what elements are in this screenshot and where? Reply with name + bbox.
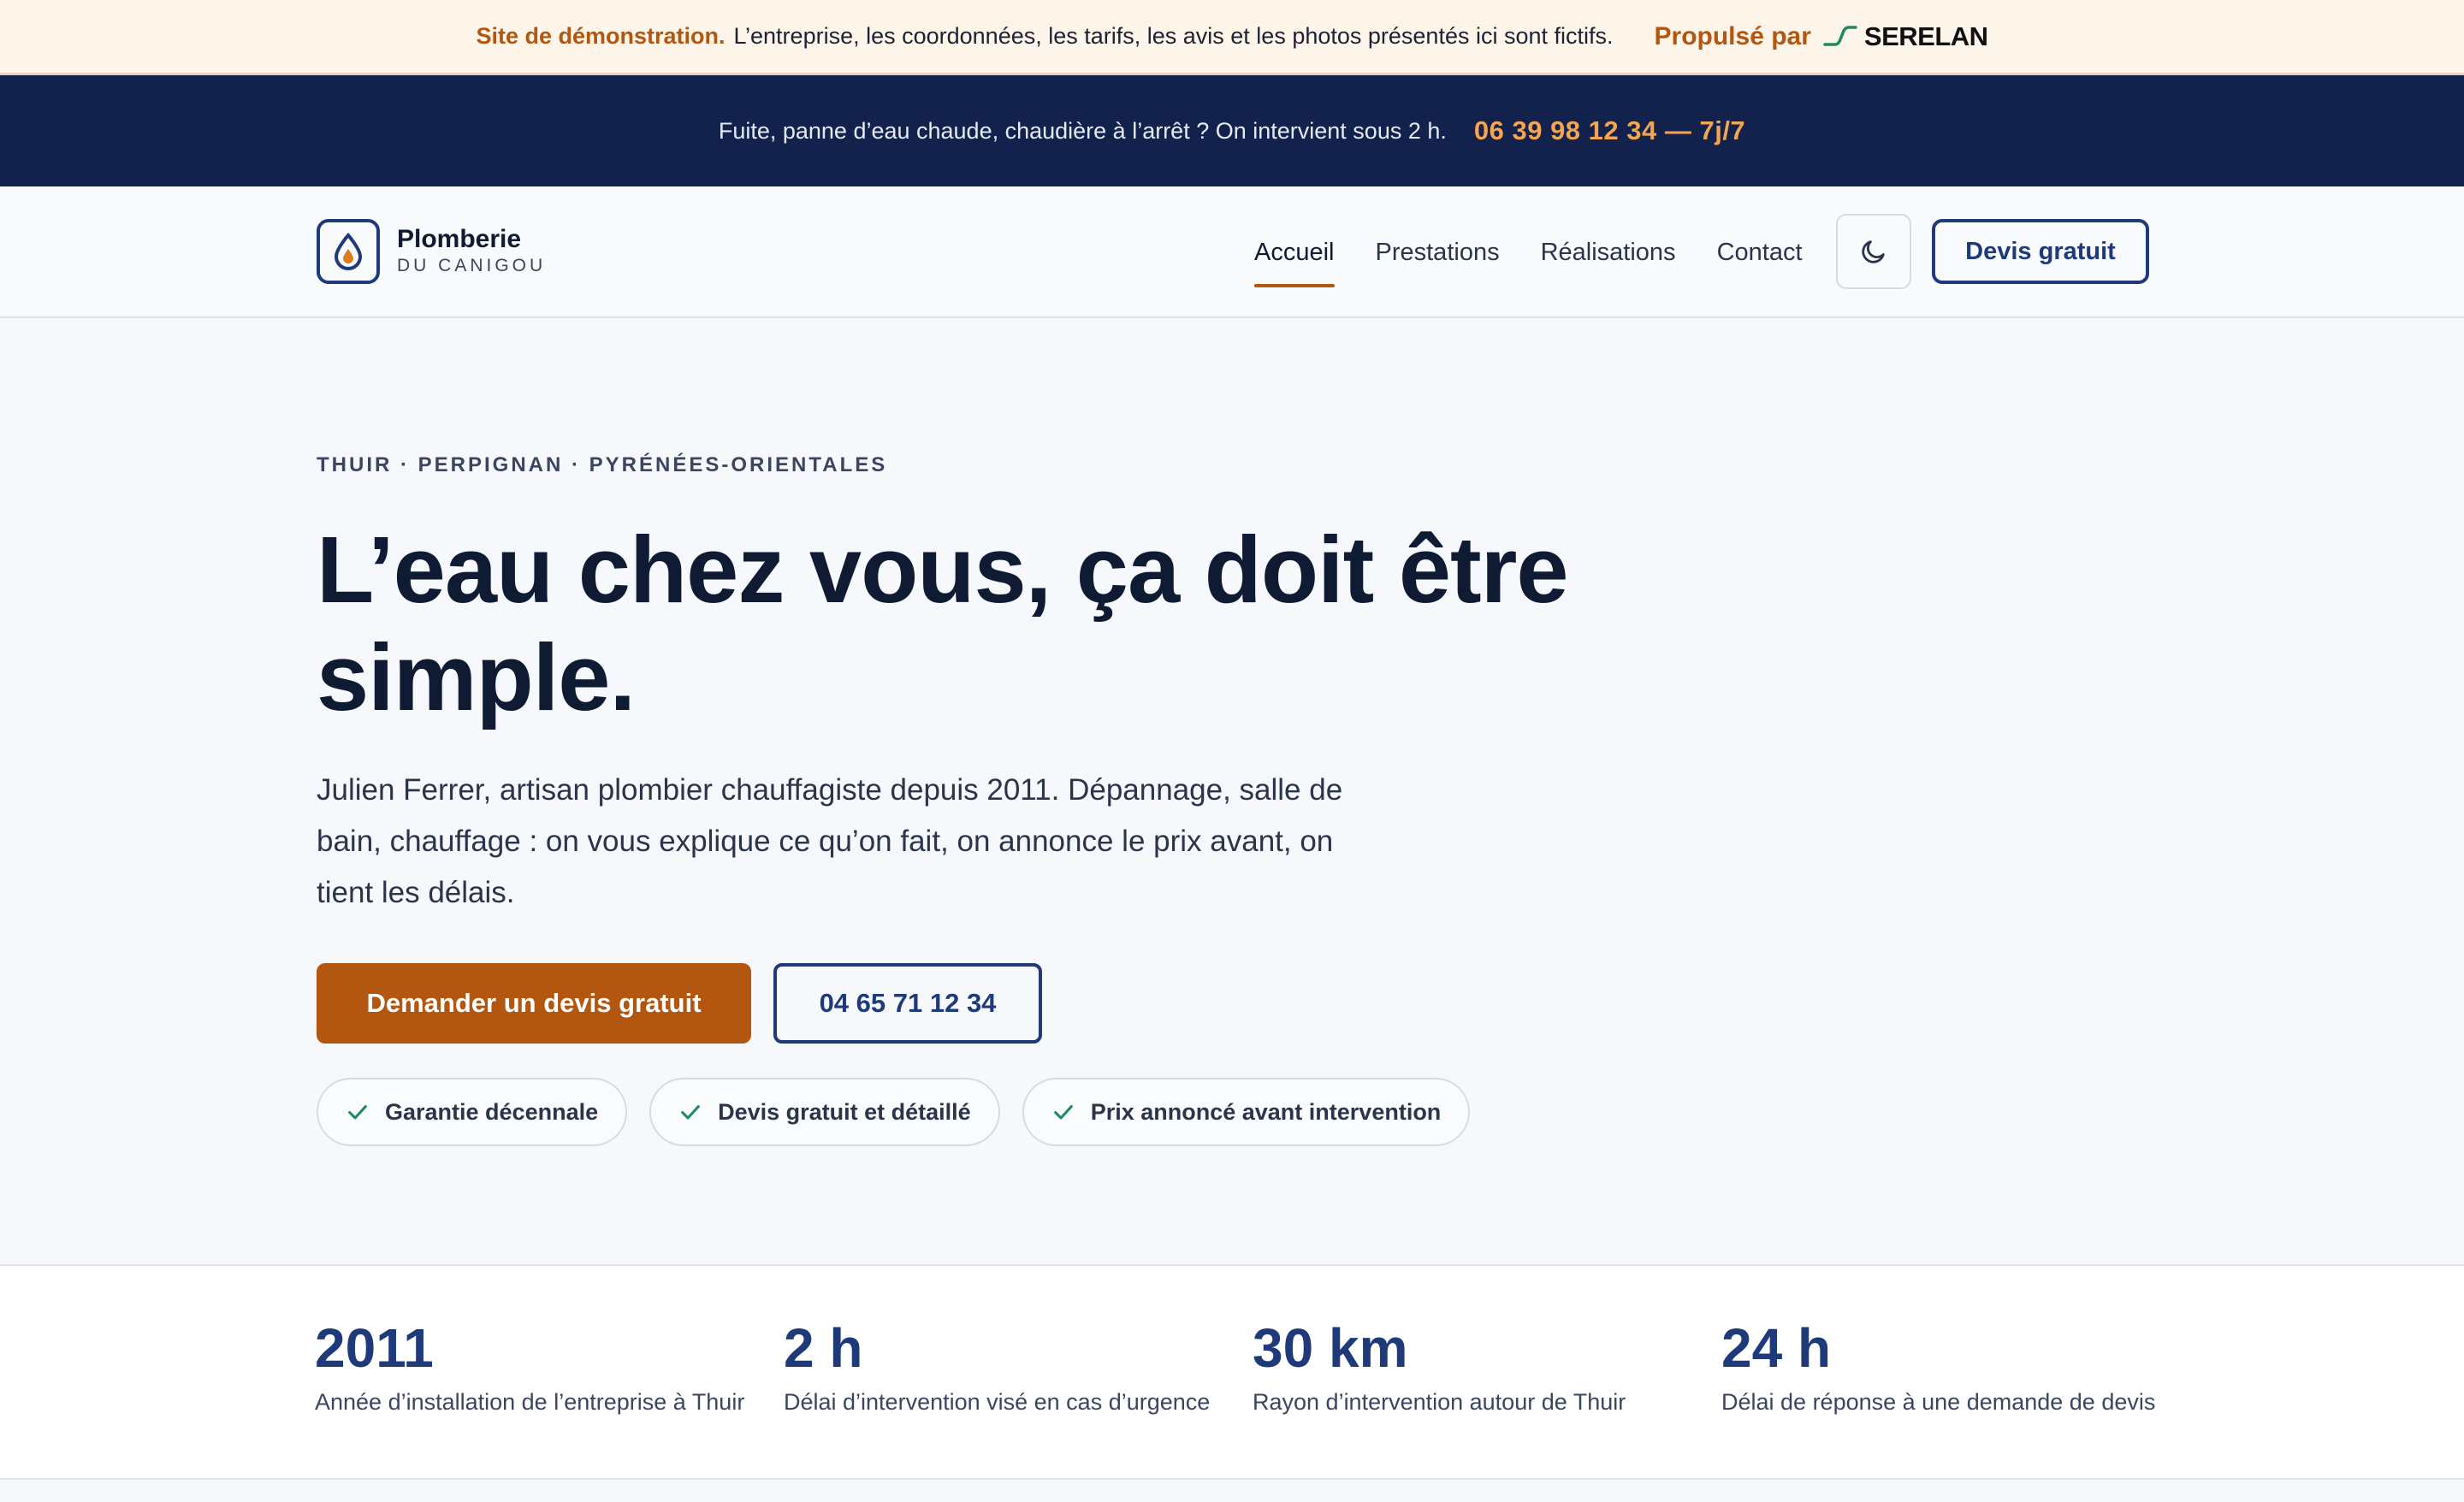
powered-by-text: Propulsé par (1654, 21, 1811, 50)
nav-item-prestations[interactable]: Prestations (1376, 186, 1500, 318)
nav-item-realisations[interactable]: Réalisations (1541, 186, 1676, 318)
check-icon (681, 1105, 700, 1120)
stat-label: Délai de réponse à une demande de devis (1721, 1389, 2156, 1415)
stat-item: 24 h Délai de réponse à une demande de d… (1721, 1317, 2155, 1416)
badge-devis: Devis gratuit et détaillé (649, 1078, 1000, 1146)
theme-toggle-button[interactable] (1836, 214, 1911, 289)
stat-item: 2 h Délai d’intervention visé en cas d’u… (784, 1317, 1210, 1416)
serelan-logo-icon (1823, 25, 1857, 46)
urgent-bar: Fuite, panne d’eau chaude, chaudière à l… (0, 75, 2464, 186)
stat-item: 30 km Rayon d’intervention autour de Thu… (1253, 1317, 1626, 1416)
check-icon (348, 1105, 367, 1120)
badge-label: Prix annoncé avant intervention (1090, 1098, 1442, 1125)
demo-banner: Site de démonstration. L’entreprise, les… (0, 0, 2464, 75)
stats-section: 2011 Année d’installation de l’entrepris… (0, 1264, 2464, 1480)
hero-title: L’eau chez vous, ça doit être simple. (317, 517, 1569, 730)
stat-label: Année d’installation de l’entreprise à T… (315, 1389, 745, 1415)
hero-eyebrow: THUIR · PERPIGNAN · PYRÉNÉES-ORIENTALES (317, 453, 888, 476)
serelan-brand: SERELAN (1823, 21, 1988, 52)
request-quote-button[interactable]: Demander un devis gratuit (317, 963, 751, 1044)
badge-label: Garantie décennale (385, 1098, 599, 1125)
badge-garantie: Garantie décennale (317, 1078, 628, 1146)
header-quote-button[interactable]: Devis gratuit (1932, 219, 2149, 284)
main-nav: Accueil Prestations Réalisations Contact (1254, 186, 1844, 318)
urgent-text: Fuite, panne d’eau chaude, chaudière à l… (718, 117, 1447, 144)
nav-item-contact[interactable]: Contact (1717, 186, 1803, 318)
water-drop-icon (317, 219, 380, 284)
serelan-brand-text: SERELAN (1863, 21, 1988, 51)
moon-icon (1862, 240, 1885, 263)
logo-name: Plomberie (397, 225, 522, 253)
badge-label: Devis gratuit et détaillé (718, 1098, 971, 1125)
powered-by-link[interactable]: Propulsé par SERELAN (1654, 21, 1989, 52)
hero-lead: Julien Ferrer, artisan plombier chauffag… (317, 773, 1343, 909)
call-phone-button[interactable]: 04 65 71 12 34 (773, 963, 1042, 1044)
stat-value: 2 h (784, 1317, 863, 1379)
badge-prix: Prix annoncé avant intervention (1022, 1078, 1471, 1146)
stat-label: Rayon d’intervention autour de Thuir (1253, 1389, 1626, 1415)
demo-label: Site de démonstration. (476, 23, 726, 49)
stat-label: Délai d’intervention visé en cas d’urgen… (784, 1389, 1211, 1415)
site-logo[interactable]: Plomberie DU CANIGOU (317, 219, 546, 284)
trust-badges: Garantie décennale Devis gratuit et déta… (317, 1078, 1685, 1146)
stat-item: 2011 Année d’installation de l’entrepris… (315, 1317, 744, 1416)
check-icon (1053, 1105, 1073, 1120)
hero-section: THUIR · PERPIGNAN · PYRÉNÉES-ORIENTALES … (317, 453, 1685, 1146)
urgent-phone-link[interactable]: 06 39 98 12 34 — 7j/7 (1474, 115, 1745, 146)
stat-value: 24 h (1721, 1317, 1832, 1379)
logo-subtitle: DU CANIGOU (397, 256, 547, 275)
stat-value: 2011 (315, 1317, 434, 1379)
demo-text: L’entreprise, les coordonnées, les tarif… (733, 23, 1614, 49)
stat-value: 30 km (1253, 1317, 1408, 1379)
nav-item-accueil[interactable]: Accueil (1254, 186, 1335, 318)
site-header: Plomberie DU CANIGOU Accueil Prestations… (0, 186, 2464, 318)
